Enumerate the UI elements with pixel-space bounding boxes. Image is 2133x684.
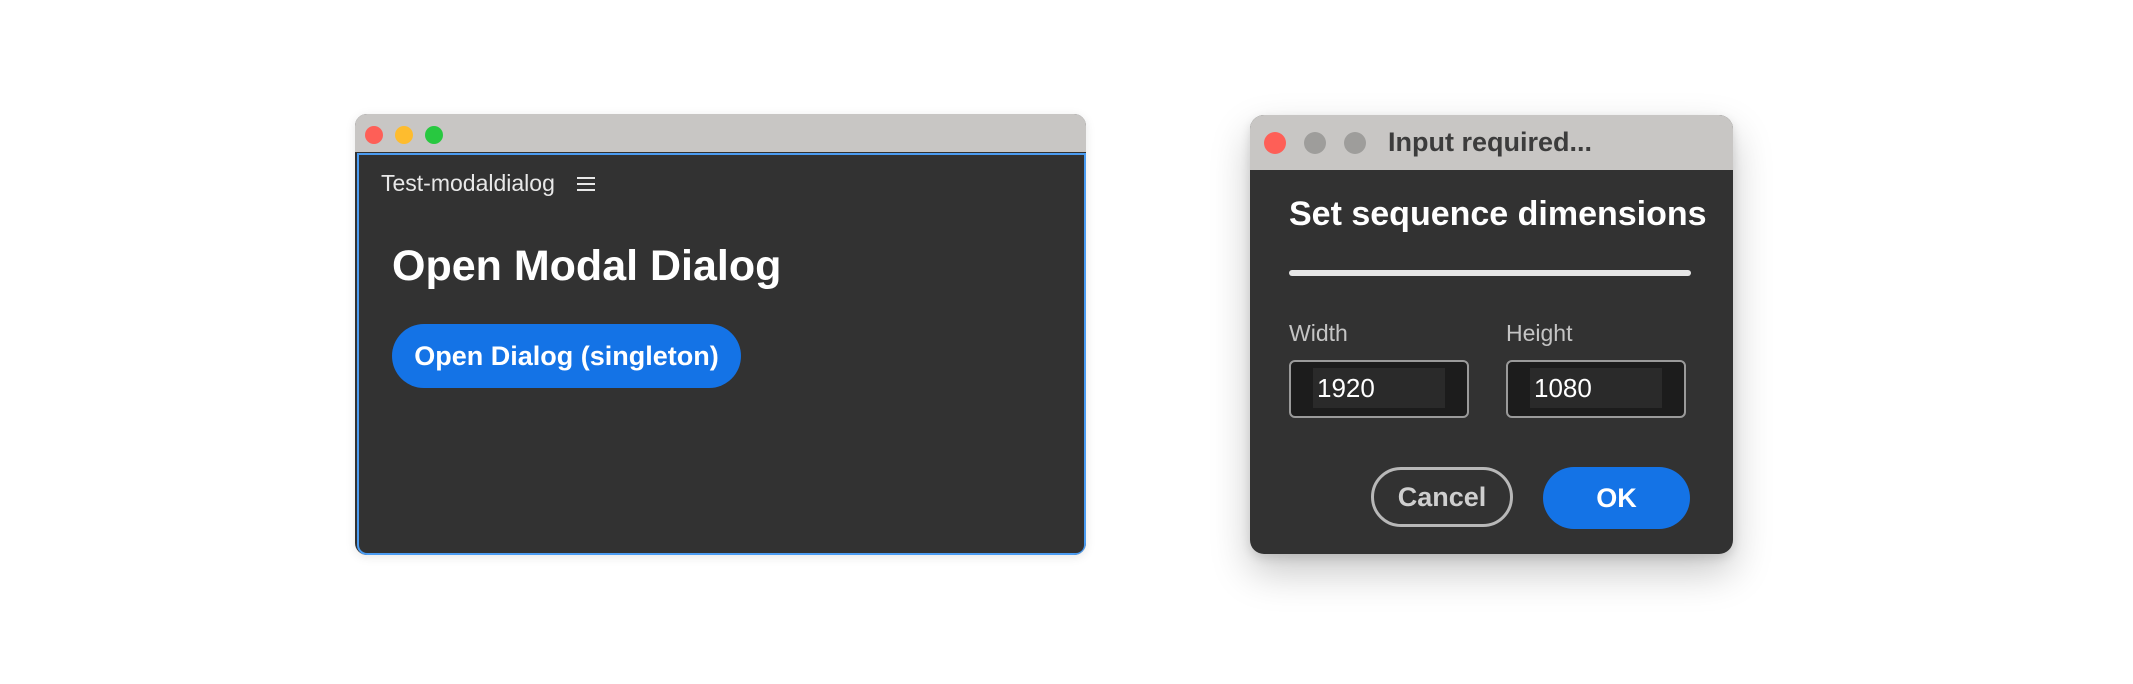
- height-input[interactable]: [1530, 368, 1662, 408]
- modal-dialog: Input required... Set sequence dimension…: [1250, 115, 1733, 554]
- dialog-title: Input required...: [1388, 127, 1593, 157]
- width-label: Width: [1289, 320, 1348, 346]
- minimize-window-button[interactable]: [395, 126, 413, 144]
- panel-body: Test-modaldialog Open Modal Dialog Open …: [357, 153, 1086, 555]
- close-window-button[interactable]: [365, 126, 383, 144]
- dialog-heading: Set sequence dimensions: [1289, 195, 1707, 233]
- panel-heading: Open Modal Dialog: [392, 242, 782, 290]
- cancel-button[interactable]: Cancel: [1371, 467, 1513, 527]
- dialog-close-button[interactable]: [1264, 132, 1286, 154]
- open-dialog-button[interactable]: Open Dialog (singleton): [392, 324, 741, 388]
- dialog-titlebar[interactable]: Input required...: [1250, 115, 1733, 170]
- panel-titlebar[interactable]: [355, 114, 1086, 152]
- ok-button[interactable]: OK: [1543, 467, 1690, 529]
- panel-tab[interactable]: Test-modaldialog: [381, 170, 595, 197]
- panel-window: Test-modaldialog Open Modal Dialog Open …: [355, 114, 1086, 555]
- zoom-window-button[interactable]: [425, 126, 443, 144]
- width-input[interactable]: [1313, 368, 1445, 408]
- width-field[interactable]: [1289, 360, 1469, 418]
- dialog-minimize-button: [1304, 132, 1326, 154]
- hamburger-menu-icon[interactable]: [576, 176, 595, 191]
- panel-tab-label: Test-modaldialog: [381, 170, 555, 196]
- height-field[interactable]: [1506, 360, 1686, 418]
- desktop-stage: Test-modaldialog Open Modal Dialog Open …: [0, 0, 2133, 684]
- dialog-zoom-button: [1344, 132, 1366, 154]
- height-label: Height: [1506, 320, 1573, 346]
- dialog-divider: [1289, 270, 1691, 276]
